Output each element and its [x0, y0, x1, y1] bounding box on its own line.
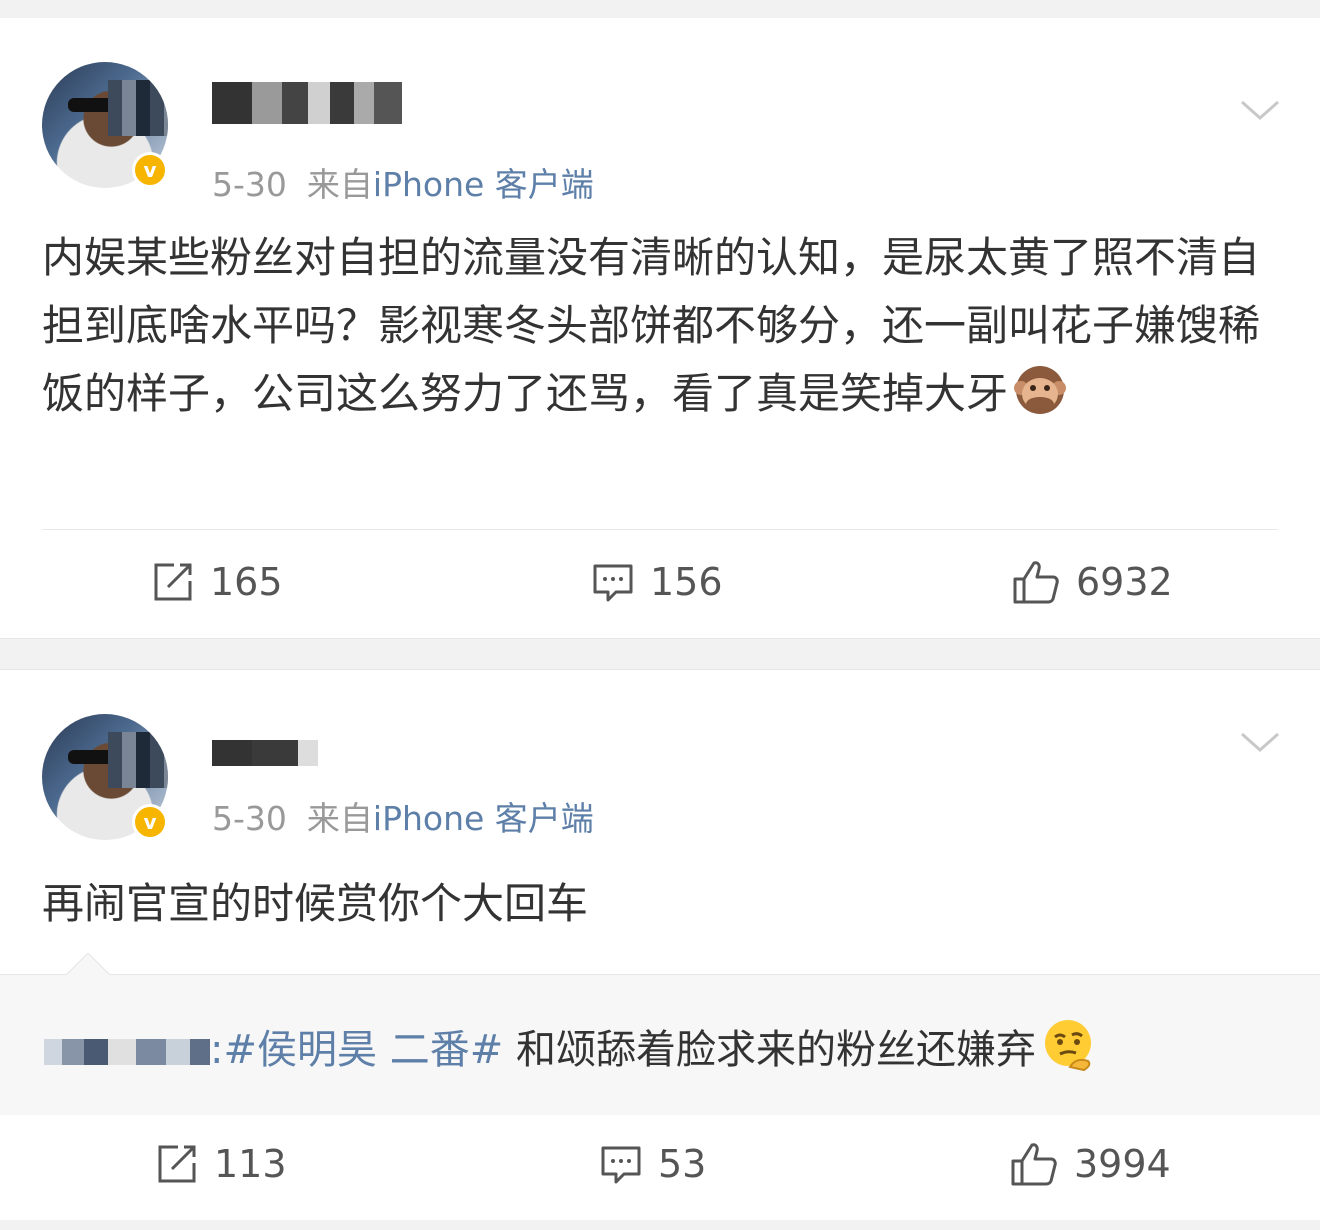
comment-icon [593, 564, 633, 602]
comment-button[interactable]: 156 [592, 552, 723, 612]
source-prefix: 来自 [306, 799, 373, 838]
quoted-post[interactable]: :#侯明昊 二番# 和颂舔着脸求来的粉丝还嫌弃 [0, 953, 1320, 1115]
post-content: 内娱某些粉丝对自担的流量没有清晰的认知，是尿太黄了照不清自担到底啥水平吗？影视寒… [42, 224, 1280, 428]
post-card: v 5-30 来自iPhone 客户端 再闹官宣的时候赏你个大回车 :#侯明昊 二… [0, 670, 1320, 1220]
like-button[interactable]: 3994 [1010, 1134, 1171, 1194]
comment-icon [601, 1146, 641, 1184]
source-prefix: 来自 [306, 165, 373, 204]
thumbs-up-icon [1011, 1143, 1057, 1186]
post-text: 内娱某些粉丝对自担的流量没有清晰的认知，是尿太黄了照不清自担到底啥水平吗？影视寒… [42, 233, 1261, 418]
hashtag-link[interactable]: #侯明昊 二番# [223, 1027, 503, 1073]
action-bar: 113 53 3994 [0, 1134, 1320, 1194]
post-source[interactable]: iPhone 客户端 [373, 165, 594, 204]
see-no-evil-monkey-icon [1014, 366, 1067, 414]
repost-button[interactable]: 165 [152, 552, 283, 612]
like-button[interactable]: 6932 [1012, 552, 1173, 612]
post-card: v 5-30 来自iPhone 客户端 内娱某些粉丝对自担的流量没有清晰的认知，是… [0, 18, 1320, 638]
post-time: 5-30 [212, 165, 287, 204]
post-time: 5-30 [212, 799, 287, 838]
username-redacted[interactable] [212, 82, 402, 124]
repost-button[interactable]: 113 [156, 1134, 287, 1194]
post-content: 再闹官宣的时候赏你个大回车 [42, 870, 1280, 938]
quoted-text: :#侯明昊 二番# 和颂舔着脸求来的粉丝还嫌弃 [44, 1017, 1096, 1075]
repost-count: 113 [214, 1142, 287, 1186]
bottom-gap [0, 1220, 1320, 1230]
action-bar: 165 156 6932 [0, 552, 1320, 612]
post-meta: 5-30 来自iPhone 客户端 [212, 158, 594, 206]
verified-badge: v [132, 804, 168, 840]
post-text: 再闹官宣的时候赏你个大回车 [42, 879, 589, 928]
like-count: 6932 [1076, 560, 1173, 604]
quoted-body: 和颂舔着脸求来的粉丝还嫌弃 [503, 1027, 1036, 1073]
thumbs-up-icon [1013, 561, 1059, 604]
comment-count: 53 [658, 1142, 707, 1186]
quoted-username-redacted[interactable] [44, 1027, 210, 1073]
post-meta: 5-30 来自iPhone 客户端 [212, 792, 594, 840]
avatar-pixelation [108, 80, 168, 136]
chevron-down-icon[interactable] [1240, 730, 1280, 754]
comment-button[interactable]: 53 [600, 1134, 706, 1194]
quoted-user-suffix: : [210, 1027, 224, 1073]
post-source[interactable]: iPhone 客户端 [373, 799, 594, 838]
post-separator [0, 638, 1320, 670]
repost-icon [154, 563, 192, 601]
username-redacted[interactable] [212, 740, 318, 766]
like-count: 3994 [1074, 1142, 1171, 1186]
repost-count: 165 [210, 560, 283, 604]
quote-pointer [66, 953, 110, 975]
comment-count: 156 [650, 560, 723, 604]
repost-icon [158, 1145, 196, 1183]
divider [42, 529, 1278, 530]
avatar-pixelation [108, 732, 168, 788]
top-gap [0, 0, 1320, 18]
thinking-face-icon [1044, 1020, 1091, 1072]
verified-badge: v [132, 152, 168, 188]
chevron-down-icon[interactable] [1240, 98, 1280, 122]
